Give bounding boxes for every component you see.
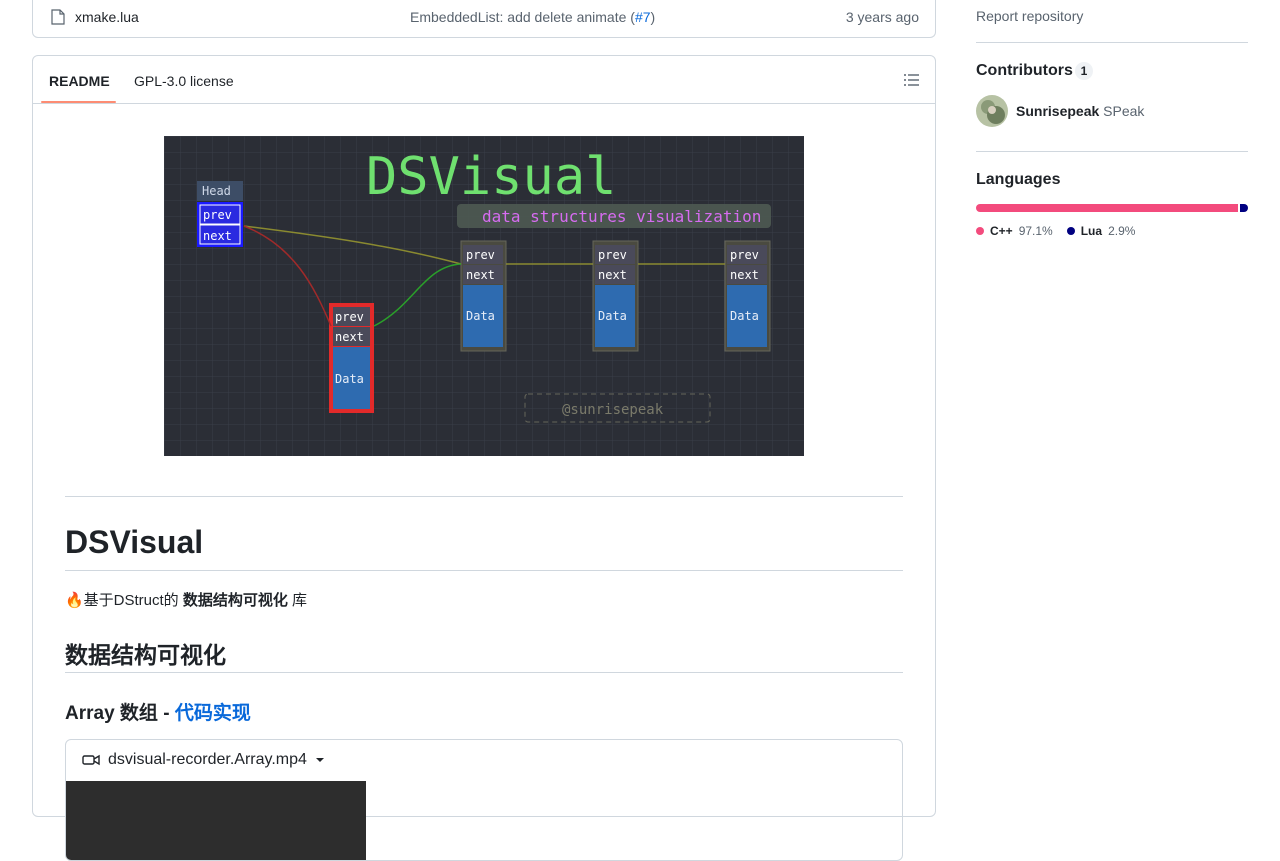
languages-title: Languages <box>976 171 1061 188</box>
languages-list: C++ 97.1% Lua 2.9% <box>976 224 1135 238</box>
new-node-prev: prev <box>335 310 364 324</box>
node1-next: next <box>466 268 495 282</box>
caret-down-icon <box>315 758 324 762</box>
contributors-title[interactable]: Contributors <box>976 62 1073 80</box>
divider <box>65 570 903 571</box>
language-name: Lua <box>1080 224 1103 238</box>
divider <box>65 672 903 673</box>
file-name-link[interactable]: xmake.lua <box>75 9 139 25</box>
head-label: Head <box>202 184 231 198</box>
head-next: next <box>203 229 232 243</box>
contributor-name: SPeak <box>1103 103 1145 119</box>
video-icon <box>82 754 100 766</box>
tab-readme[interactable]: README <box>49 73 110 89</box>
outline-list-icon[interactable] <box>903 73 919 87</box>
language-item-cpp[interactable]: C++ 97.1% <box>976 224 1053 238</box>
commit-issue-link[interactable]: #7 <box>635 9 651 25</box>
banner-title: DSVisual <box>366 147 616 207</box>
intro-suffix: 库 <box>287 592 308 609</box>
video-dropdown[interactable]: dsvisual-recorder.Array.mp4 <box>82 751 325 769</box>
new-node-next: next <box>335 330 364 344</box>
contributors-count: 1 <box>1075 62 1093 80</box>
language-color-dot <box>1066 227 1075 235</box>
banner-subtitle: data structures visualization <box>482 207 761 226</box>
commit-message[interactable]: EmbeddedList: add delete animate (#7) <box>410 9 655 25</box>
readme-tabs: README GPL-3.0 license <box>33 56 935 104</box>
readme-heading-1: DSVisual <box>65 524 204 560</box>
node2-next: next <box>598 268 627 282</box>
contributor-login: Sunrisepeak <box>1016 103 1100 119</box>
node3-prev: prev <box>730 248 759 262</box>
language-segment-cpp <box>976 204 1239 212</box>
intro-bold: 数据结构可视化 <box>182 592 288 609</box>
readme-heading-3: Array 数组 - 代码实现 <box>65 698 251 725</box>
video-player[interactable] <box>66 781 366 860</box>
node2-data: Data <box>598 309 627 323</box>
avatar[interactable] <box>976 95 1008 127</box>
code-impl-link[interactable]: 代码实现 <box>175 703 251 724</box>
commit-age: 3 years ago <box>845 9 919 25</box>
report-repository-link[interactable]: Report repository <box>976 8 1083 24</box>
intro-prefix: 🔥基于DStruct的 <box>65 592 183 609</box>
language-percent: 97.1% <box>1018 224 1053 238</box>
dsvisual-banner-image: DSVisual data structures visualization H… <box>164 136 804 456</box>
node1-prev: prev <box>466 248 495 262</box>
new-node-data: Data <box>335 372 364 386</box>
readme-panel: README GPL-3.0 license DSVisual data str… <box>32 55 936 861</box>
language-item-lua[interactable]: Lua 2.9% <box>1066 224 1136 238</box>
head-prev: prev <box>203 208 232 222</box>
commit-message-suffix: ) <box>650 9 656 25</box>
language-segment-lua <box>1240 204 1248 212</box>
language-percent: 2.9% <box>1108 224 1136 238</box>
video-file-name: dsvisual-recorder.Array.mp4 <box>108 751 307 768</box>
banner-watermark: @sunrisepeak <box>562 402 664 418</box>
tab-active-indicator <box>41 101 116 103</box>
readme-heading-2: 数据结构可视化 <box>65 642 226 668</box>
contributor-entry[interactable]: Sunrisepeak SPeak <box>1016 103 1144 119</box>
readme-intro: 🔥基于DStruct的 数据结构可视化 库 <box>65 589 307 610</box>
divider <box>976 42 1248 43</box>
node1-data: Data <box>466 309 495 323</box>
h3-prefix: Array 数组 - <box>65 703 175 724</box>
divider <box>65 496 903 497</box>
node3-next: next <box>730 268 759 282</box>
tab-license[interactable]: GPL-3.0 license <box>134 73 234 89</box>
languages-bar <box>976 204 1248 212</box>
file-list: xmake.lua EmbeddedList: add delete anima… <box>32 0 936 38</box>
commit-message-text: EmbeddedList: add delete animate ( <box>410 9 635 25</box>
language-name: C++ <box>990 224 1013 238</box>
file-icon <box>51 9 65 25</box>
node2-prev: prev <box>598 248 627 262</box>
divider <box>976 151 1248 152</box>
node3-data: Data <box>730 309 759 323</box>
language-color-dot <box>976 227 984 235</box>
video-attachment: dsvisual-recorder.Array.mp4 <box>65 739 903 861</box>
